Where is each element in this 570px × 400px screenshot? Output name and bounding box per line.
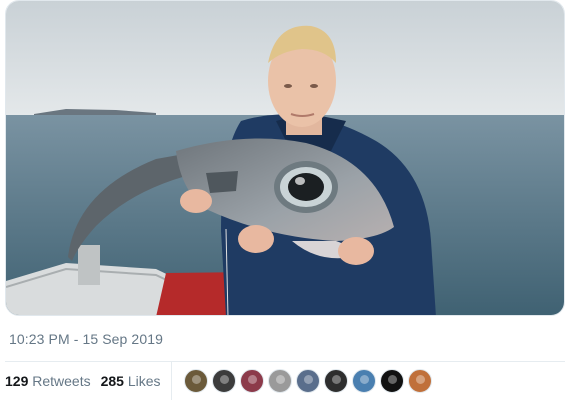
liker-avatar-2[interactable] [211,369,236,393]
likes-stat[interactable]: 285 Likes [101,373,161,389]
retweets-label: Retweets [32,373,91,389]
retweets-stat[interactable]: 129 Retweets [5,373,91,389]
retweets-count: 129 [5,373,29,389]
likes-count: 285 [100,373,124,389]
liker-avatar-1[interactable] [183,369,208,393]
tweet-photo[interactable] [5,0,565,316]
liker-avatar-9[interactable] [407,369,432,393]
liker-avatars [183,369,432,393]
tweet-detail: 10:23 PM - 15 Sep 2019 129 Retweets 285 … [0,0,570,400]
liker-avatar-3[interactable] [239,369,264,393]
tweet-timestamp[interactable]: 10:23 PM - 15 Sep 2019 [9,331,163,347]
liker-avatar-6[interactable] [323,369,348,393]
stats-separator [170,362,172,400]
liker-avatar-7[interactable] [351,369,376,393]
liker-avatar-5[interactable] [295,369,320,393]
liker-avatar-4[interactable] [267,369,292,393]
likes-label: Likes [127,373,161,389]
photo-man-holding-fish-icon [6,1,564,315]
tweet-stats: 129 Retweets 285 Likes [5,362,432,400]
liker-avatar-8[interactable] [379,369,404,393]
